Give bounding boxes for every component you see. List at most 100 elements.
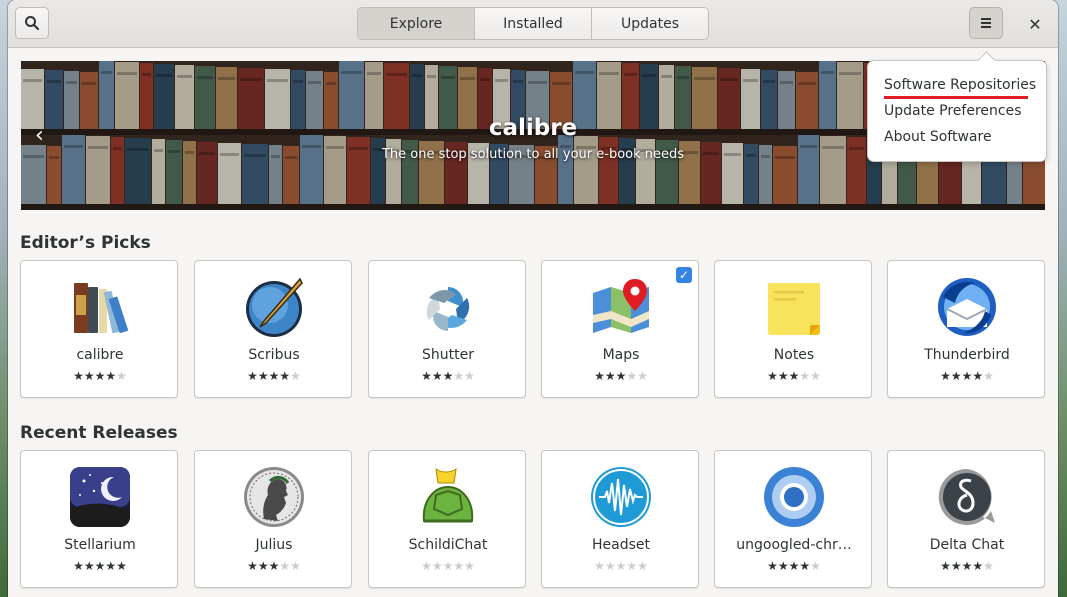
app-tile-thunderbird[interactable]: Thunderbird ★★★★★ <box>887 260 1045 398</box>
star-icon: ★ <box>940 559 951 573</box>
menu-item-update-preferences[interactable]: Update Preferences <box>884 103 1022 119</box>
star-icon: ★ <box>431 369 443 383</box>
app-tile-maps[interactable]: ✓ Maps ★★★★★ <box>541 260 699 398</box>
notes-icon <box>768 283 820 335</box>
menu-item-about-software[interactable]: About Software <box>884 129 992 145</box>
tab-updates[interactable]: Updates <box>592 8 708 39</box>
rating-stars: ★★★★★ <box>542 369 700 383</box>
maps-icon <box>593 279 649 333</box>
tab-installed[interactable]: Installed <box>475 8 592 39</box>
rating-stars: ★★★★★ <box>542 559 700 573</box>
star-icon: ★ <box>464 559 475 573</box>
app-name: ungoogled-chr… <box>736 537 852 553</box>
rating-stars: ★★★★★ <box>369 559 527 573</box>
star-icon: ★ <box>594 559 605 573</box>
star-icon: ★ <box>950 369 962 383</box>
star-icon: ★ <box>626 559 638 573</box>
star-icon: ★ <box>788 369 800 383</box>
rating-stars: ★★★★★ <box>195 369 353 383</box>
star-icon: ★ <box>83 559 95 573</box>
search-button[interactable] <box>15 7 49 39</box>
star-icon: ★ <box>961 559 973 573</box>
star-icon: ★ <box>799 369 811 383</box>
star-icon: ★ <box>961 369 973 383</box>
app-tile-delta-chat[interactable]: Delta Chat ★★★★★ <box>887 450 1045 588</box>
rating-stars: ★★★★★ <box>715 369 873 383</box>
star-icon: ★ <box>788 559 800 573</box>
star-icon: ★ <box>116 559 127 573</box>
star-icon: ★ <box>626 369 638 383</box>
installed-checkmark-icon: ✓ <box>676 267 692 283</box>
star-icon: ★ <box>73 369 84 383</box>
star-icon: ★ <box>950 559 962 573</box>
rating-stars: ★★★★★ <box>888 559 1046 573</box>
star-icon: ★ <box>799 559 811 573</box>
rating-stars: ★★★★★ <box>21 369 179 383</box>
star-icon: ★ <box>247 369 258 383</box>
hamburger-icon <box>981 18 991 28</box>
star-icon: ★ <box>594 369 605 383</box>
scribus-icon <box>246 277 303 337</box>
star-icon: ★ <box>464 369 475 383</box>
star-icon: ★ <box>453 369 465 383</box>
app-name: Thunderbird <box>924 347 1010 363</box>
highlight-underline <box>884 96 1028 99</box>
app-tile-shutter[interactable]: Shutter ★★★★★ <box>368 260 526 398</box>
star-icon: ★ <box>777 369 789 383</box>
chromium-icon <box>764 467 824 527</box>
app-tile-headset[interactable]: Headset ★★★★★ <box>541 450 699 588</box>
star-icon: ★ <box>105 369 117 383</box>
app-name: calibre <box>76 347 124 363</box>
star-icon: ★ <box>972 559 984 573</box>
star-icon: ★ <box>73 559 84 573</box>
star-icon: ★ <box>105 559 117 573</box>
star-icon: ★ <box>810 559 821 573</box>
software-window: Explore Installed Updates ✕ ‹ calibre Th… <box>8 0 1058 597</box>
app-name: Shutter <box>422 347 474 363</box>
star-icon: ★ <box>615 559 627 573</box>
star-icon: ★ <box>247 559 258 573</box>
app-name: SchildiChat <box>408 537 488 553</box>
schildichat-icon <box>422 467 474 523</box>
star-icon: ★ <box>972 369 984 383</box>
editors-picks-heading: Editor’s Picks <box>20 233 151 253</box>
rating-stars: ★★★★★ <box>888 369 1046 383</box>
star-icon: ★ <box>940 369 951 383</box>
menu-item-software-repositories[interactable]: Software Repositories <box>884 77 1036 93</box>
rating-stars: ★★★★★ <box>715 559 873 573</box>
app-name: Notes <box>773 347 815 363</box>
app-tile-julius[interactable]: Julius ★★★★★ <box>194 450 352 588</box>
app-name: Maps <box>602 347 640 363</box>
app-tile-ungoogled-chromium[interactable]: ungoogled-chr… ★★★★★ <box>714 450 872 588</box>
star-icon: ★ <box>257 559 269 573</box>
shutter-icon <box>426 287 470 331</box>
star-icon: ★ <box>290 559 301 573</box>
star-icon: ★ <box>94 369 106 383</box>
tab-explore[interactable]: Explore <box>358 8 475 39</box>
app-name: Delta Chat <box>929 537 1005 553</box>
app-name: Scribus <box>248 347 300 363</box>
recent-releases-heading: Recent Releases <box>20 423 178 443</box>
star-icon: ★ <box>442 369 454 383</box>
star-icon: ★ <box>767 369 778 383</box>
star-icon: ★ <box>777 559 789 573</box>
rating-stars: ★★★★★ <box>369 369 527 383</box>
calibre-icon <box>74 283 129 334</box>
star-icon: ★ <box>83 369 95 383</box>
star-icon: ★ <box>604 559 616 573</box>
menu-button[interactable] <box>969 7 1003 39</box>
star-icon: ★ <box>290 369 301 383</box>
search-icon <box>25 16 40 31</box>
star-icon: ★ <box>810 369 821 383</box>
app-name: Stellarium <box>64 537 136 553</box>
app-tile-schildichat[interactable]: SchildiChat ★★★★★ <box>368 450 526 588</box>
app-tile-calibre[interactable]: calibre ★★★★★ <box>20 260 178 398</box>
close-button[interactable]: ✕ <box>1024 13 1046 35</box>
star-icon: ★ <box>279 559 291 573</box>
app-tile-notes[interactable]: Notes ★★★★★ <box>714 260 872 398</box>
star-icon: ★ <box>268 369 280 383</box>
star-icon: ★ <box>767 559 778 573</box>
app-tile-stellarium[interactable]: Stellarium ★★★★★ <box>20 450 178 588</box>
star-icon: ★ <box>604 369 616 383</box>
app-tile-scribus[interactable]: Scribus ★★★★★ <box>194 260 352 398</box>
